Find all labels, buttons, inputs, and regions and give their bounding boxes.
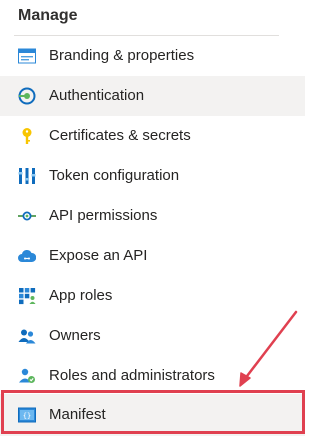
app-roles-icon	[18, 287, 36, 305]
nav-item-owners[interactable]: Owners	[0, 316, 305, 356]
nav-item-label: Certificates & secrets	[49, 127, 191, 144]
owners-icon	[18, 327, 36, 345]
nav-item-label: API permissions	[49, 207, 158, 224]
nav-item-label: Token configuration	[49, 167, 180, 184]
nav-item-expose-an-api[interactable]: Expose an API	[0, 236, 305, 276]
token-configuration-icon	[18, 167, 36, 185]
nav-item-manifest[interactable]: {} Manifest	[0, 394, 305, 436]
nav-item-authentication[interactable]: Authentication	[0, 76, 305, 116]
nav-item-api-permissions[interactable]: API permissions	[0, 196, 305, 236]
nav-item-label: Owners	[49, 327, 101, 344]
branding-icon	[18, 47, 36, 65]
nav-item-label: Authentication	[49, 87, 145, 104]
nav-item-branding-properties[interactable]: Branding & properties	[0, 36, 305, 76]
roles-icon	[18, 367, 36, 385]
manage-menu-panel: Manage Branding & properties Authenticat…	[0, 0, 311, 437]
nav-item-certificates-secrets[interactable]: Certificates & secrets	[0, 116, 305, 156]
manifest-icon: {}	[18, 406, 36, 424]
nav-item-token-configuration[interactable]: Token configuration	[0, 156, 305, 196]
nav-item-app-roles[interactable]: App roles	[0, 276, 305, 316]
authentication-icon	[18, 87, 36, 105]
nav-item-roles-administrators[interactable]: Roles and administrators	[0, 356, 305, 396]
nav-item-label: Expose an API	[49, 247, 148, 264]
cloud-icon	[18, 247, 36, 265]
svg-text:{}: {}	[23, 412, 31, 420]
nav-item-label: Branding & properties	[49, 47, 195, 64]
nav-item-label: Manifest	[49, 406, 106, 423]
section-header-manage: Manage	[18, 7, 78, 24]
nav-item-label: Roles and administrators	[49, 367, 215, 384]
api-permissions-icon	[18, 207, 36, 225]
key-icon	[18, 127, 36, 145]
nav-item-label: App roles	[49, 287, 113, 304]
